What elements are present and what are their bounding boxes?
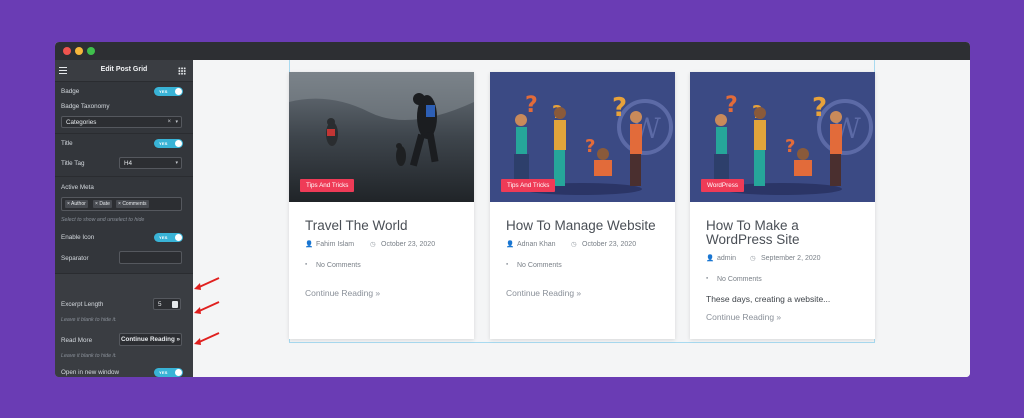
title-tag-label: Title Tag xyxy=(61,160,85,167)
read-more-label: Read More xyxy=(61,337,93,344)
title-tag-select[interactable]: H4 ▾ xyxy=(119,157,182,169)
post-date: October 23, 2020 xyxy=(381,241,436,248)
clock-icon: ◷ xyxy=(571,241,577,248)
panel-header: Edit Post Grid xyxy=(55,60,193,82)
post-title[interactable]: Travel The World xyxy=(305,219,465,233)
post-thumbnail[interactable]: Tips And Tricks xyxy=(289,72,474,202)
user-icon: 👤 xyxy=(706,255,715,262)
badge-label: Badge xyxy=(61,88,80,95)
panel-title: Edit Post Grid xyxy=(100,66,148,73)
user-icon: 👤 xyxy=(305,241,314,248)
widgets-grid-icon[interactable] xyxy=(178,67,186,75)
post-card: Tips And Tricks Travel The World 👤 Fahim… xyxy=(289,72,474,339)
badge-taxonomy-select[interactable]: Categories × ▾ xyxy=(61,116,182,128)
svg-text:?: ? xyxy=(525,93,538,118)
window-titlebar xyxy=(55,42,970,60)
clock-icon: ◷ xyxy=(370,241,376,248)
annotation-arrow xyxy=(194,332,220,345)
minimize-window-button[interactable] xyxy=(75,47,83,55)
active-meta-select[interactable]: × Author × Date × Comments xyxy=(61,197,182,211)
enable-icon-label: Enable Icon xyxy=(61,234,95,241)
enable-icon-toggle[interactable]: YES xyxy=(154,233,183,242)
post-date: October 23, 2020 xyxy=(582,241,637,248)
comment-icon: ▪ xyxy=(706,275,709,282)
post-comments[interactable]: No Comments xyxy=(316,262,361,269)
post-comments[interactable]: No Comments xyxy=(717,276,762,283)
badge-taxonomy-label: Badge Taxonomy xyxy=(61,103,110,110)
svg-text:?: ? xyxy=(725,93,738,118)
clear-icon[interactable]: × xyxy=(167,119,171,125)
chevron-down-icon: ▾ xyxy=(175,119,178,125)
excerpt-length-label: Excerpt Length xyxy=(61,301,104,308)
meta-tag-comments[interactable]: × Comments xyxy=(116,200,149,208)
open-new-window-toggle[interactable]: YES xyxy=(154,368,183,377)
post-card: W ? ? ? ? T xyxy=(490,72,675,339)
clock-icon: ◷ xyxy=(750,255,756,262)
title-toggle[interactable]: YES xyxy=(154,139,183,148)
read-more-hint: Leave it blank to hide it. xyxy=(61,353,117,359)
post-date: September 2, 2020 xyxy=(761,255,821,262)
title-label: Title xyxy=(61,140,73,147)
post-excerpt: These days, creating a website... xyxy=(706,294,831,304)
svg-text:?: ? xyxy=(612,93,627,123)
post-title[interactable]: How To Make a WordPress Site xyxy=(706,219,866,247)
separator-input[interactable] xyxy=(119,251,182,264)
post-card: W ? ? ? ? W xyxy=(690,72,875,339)
post-thumbnail[interactable]: W ? ? ? ? T xyxy=(490,72,675,202)
read-more-link[interactable]: Continue Reading » xyxy=(706,312,781,322)
open-new-window-label: Open in new window xyxy=(61,369,120,376)
user-icon: 👤 xyxy=(506,241,515,248)
post-badge[interactable]: WordPress xyxy=(701,179,745,192)
excerpt-length-hint: Leave it blank to hide it. xyxy=(61,317,117,323)
svg-text:?: ? xyxy=(812,93,827,123)
stepper-icon[interactable] xyxy=(172,301,178,308)
post-thumbnail[interactable]: W ? ? ? ? W xyxy=(690,72,875,202)
chevron-down-icon: ▾ xyxy=(175,160,178,166)
annotation-arrow xyxy=(194,277,220,290)
post-author[interactable]: admin xyxy=(717,255,736,262)
comment-icon: ▪ xyxy=(506,261,509,268)
editor-panel: Edit Post Grid Badge YES Badge Taxonomy … xyxy=(55,60,193,377)
annotation-arrow xyxy=(194,301,220,314)
read-more-input[interactable]: Continue Reading » xyxy=(119,333,182,346)
browser-window: Edit Post Grid Badge YES Badge Taxonomy … xyxy=(55,42,970,377)
meta-tag-author[interactable]: × Author xyxy=(65,200,88,208)
preview-area: Tips And Tricks Travel The World 👤 Fahim… xyxy=(193,60,970,377)
active-meta-label: Active Meta xyxy=(61,184,94,191)
post-author[interactable]: Fahim Islam xyxy=(316,241,354,248)
post-badge[interactable]: Tips And Tricks xyxy=(300,179,355,192)
read-more-link[interactable]: Continue Reading » xyxy=(506,288,581,298)
close-window-button[interactable] xyxy=(63,47,71,55)
separator-label: Separator xyxy=(61,255,89,262)
badge-toggle[interactable]: YES xyxy=(154,87,183,96)
excerpt-length-input[interactable]: 5 xyxy=(153,298,181,310)
svg-text:?: ? xyxy=(785,136,795,157)
post-title[interactable]: How To Manage Website xyxy=(506,219,666,233)
comment-icon: ▪ xyxy=(305,261,308,268)
svg-text:?: ? xyxy=(585,136,595,157)
meta-tag-date[interactable]: × Date xyxy=(93,200,112,208)
maximize-window-button[interactable] xyxy=(87,47,95,55)
post-comments[interactable]: No Comments xyxy=(517,262,562,269)
post-author[interactable]: Adnan Khan xyxy=(517,241,556,248)
read-more-link[interactable]: Continue Reading » xyxy=(305,288,380,298)
post-badge[interactable]: Tips And Tricks xyxy=(501,179,556,192)
active-meta-hint: Select to show and unselect to hide xyxy=(61,217,145,223)
